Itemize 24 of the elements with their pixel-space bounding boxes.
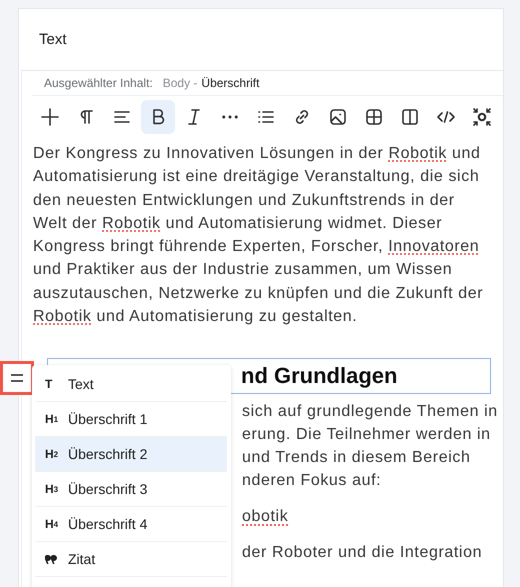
body-text-line: erung. Die Teilnehmer werden in [242, 426, 491, 444]
menu-item[interactable]: T Text [35, 367, 227, 402]
body-paragraph: Der Kongress zu Innovativen Lösungen in der Robotik und Automatisierung ist eine dreitägige Veranstaltung, die sich den neuesten Entwicklungen und Zukunftstrends in der Welt der Robotik und Automatisierung widmet. Dieser Kongress bringt führende Experten, Forscher, Innovatoren und Praktiker aus der Industrie zusammen, um Wissen auszutauschen, Netzwerke zu knüpfen und die Zukunft der Robotik und Automatisierung zu gestalten. [33, 144, 484, 328]
image-icon [328, 107, 348, 127]
quote-icon [45, 554, 57, 564]
drag-handle[interactable] [0, 361, 34, 395]
body-text-line: und Trends in diesem Bereich [242, 449, 470, 466]
card-title: Text [39, 31, 67, 48]
breadcrumb-current: Überschrift [201, 76, 260, 90]
body-text-line: der Roboter und die Integration [242, 544, 482, 562]
block-type-glyph: T [45, 377, 54, 391]
drag-handle-icon [11, 374, 23, 382]
menu-item[interactable]: Zitat [35, 542, 227, 577]
body-text-line: nderen Fokus auf: [242, 472, 382, 490]
body-text-line: sich auf grundlegende Themen in [242, 403, 498, 420]
more-icon [222, 115, 238, 119]
table-icon [364, 107, 384, 127]
columns-icon [400, 107, 420, 127]
heading-text: nd Grundlagen [241, 363, 398, 390]
selection-label: Ausgewählter Inhalt: [44, 76, 153, 90]
bold-button[interactable] [141, 100, 175, 134]
collapse-icon [472, 107, 492, 127]
plus-icon [40, 107, 60, 127]
body-text-line: obotik [242, 508, 288, 526]
